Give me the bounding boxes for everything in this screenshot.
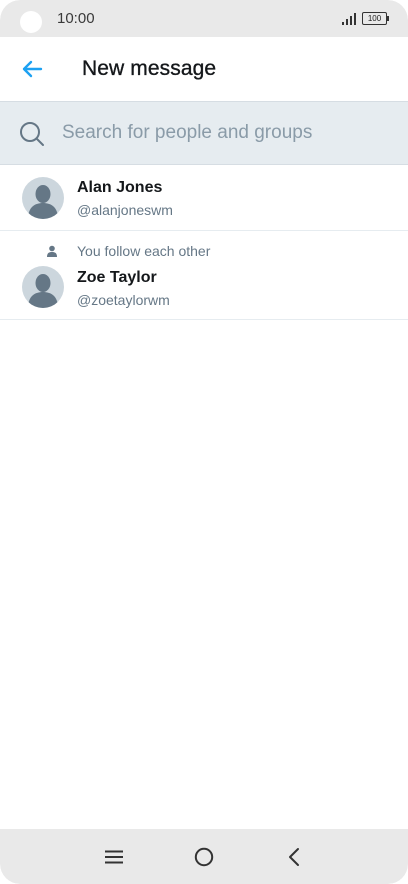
search-icon: [20, 122, 44, 146]
battery-tip: [387, 16, 389, 21]
contact-row-zoe-taylor[interactable]: You follow each other Zoe Taylor @zoetay…: [0, 231, 408, 320]
nav-back-button[interactable]: [278, 841, 310, 873]
camera-cutout: [20, 11, 42, 33]
default-avatar-icon: [22, 266, 64, 308]
signal-icon: [342, 13, 356, 25]
nav-home-button[interactable]: [188, 841, 220, 873]
page-title: New message: [82, 57, 217, 80]
person-icon: [47, 245, 57, 257]
contact-row-alan-jones[interactable]: Alan Jones @alanjoneswm: [0, 165, 408, 231]
phone-screen: 10:00 100 New message Search for people …: [0, 0, 408, 884]
arrow-left-icon: [22, 60, 43, 78]
app-header: New message: [0, 37, 408, 101]
contact-list: Alan Jones @alanjoneswm You follow each …: [0, 165, 408, 320]
search-bar: [0, 101, 408, 165]
contact-handle: @alanjoneswm: [77, 202, 173, 218]
nav-menu-button[interactable]: [98, 841, 130, 873]
contact-handle: @zoetaylorwm: [77, 292, 170, 308]
status-time: 10:00: [57, 10, 95, 27]
menu-icon: [105, 850, 123, 864]
follow-context-text: You follow each other: [77, 243, 211, 259]
status-bar: 10:00 100: [0, 0, 408, 37]
search-input[interactable]: [62, 116, 392, 150]
battery-icon: 100: [362, 12, 389, 25]
back-button[interactable]: [14, 51, 50, 87]
home-circle-icon: [194, 847, 214, 867]
contact-name: Alan Jones: [77, 179, 163, 196]
chevron-left-icon: [289, 848, 299, 866]
battery-level: 100: [362, 12, 387, 25]
system-nav-bar: [0, 829, 408, 884]
contact-name: Zoe Taylor: [77, 269, 157, 286]
default-avatar-icon: [22, 177, 64, 219]
